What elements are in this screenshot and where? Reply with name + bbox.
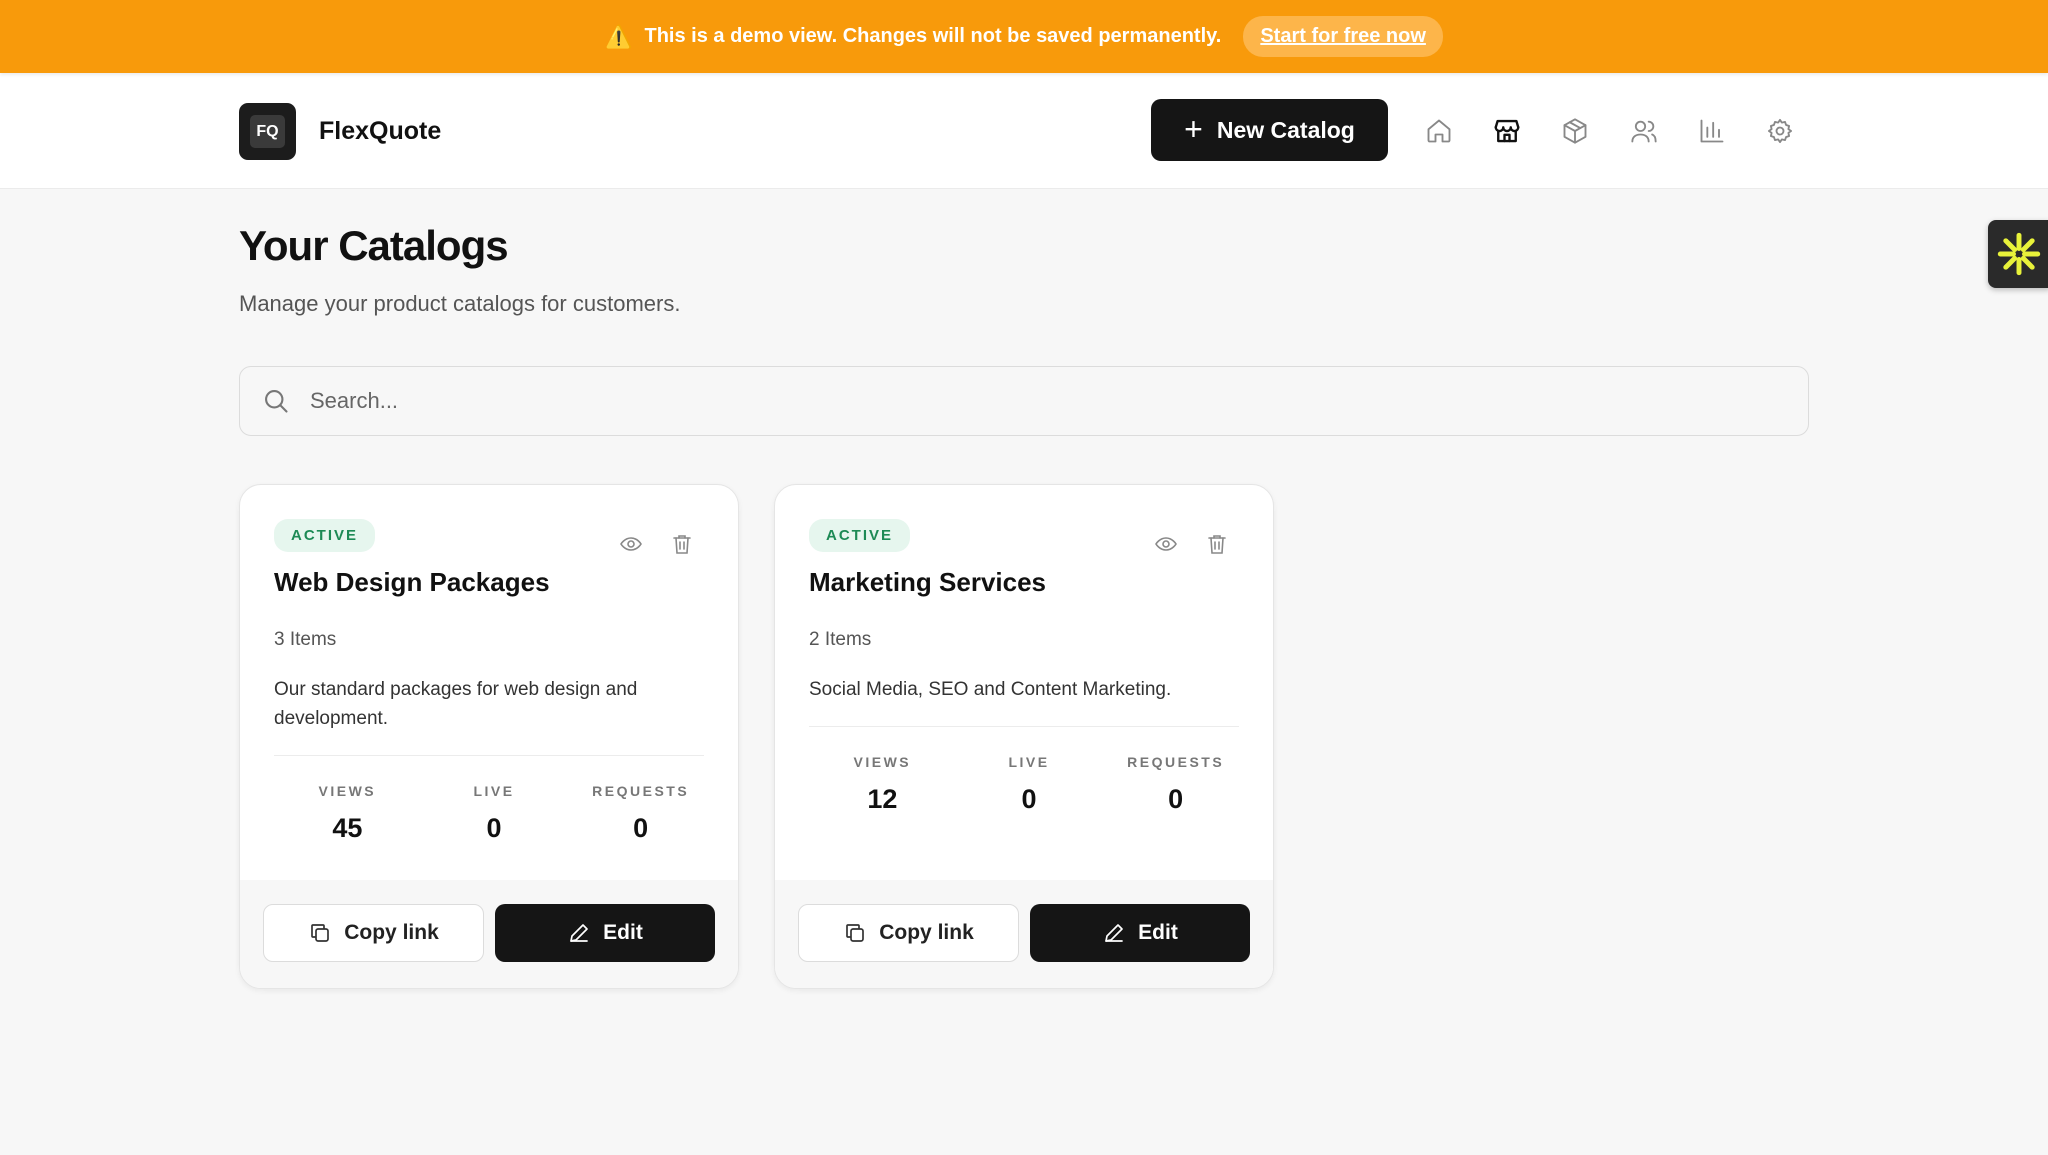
edit-label: Edit xyxy=(603,921,643,944)
copy-link-button[interactable]: Copy link xyxy=(263,904,484,962)
edit-label: Edit xyxy=(1138,921,1178,944)
page-subtitle: Manage your product catalogs for custome… xyxy=(239,291,681,316)
stat-live: LIVE 0 xyxy=(421,783,568,844)
demo-banner: ⚠️ This is a demo view. Changes will not… xyxy=(0,0,2048,73)
logo-text: FQ xyxy=(250,115,285,148)
users-icon[interactable] xyxy=(1626,113,1662,149)
trash-icon[interactable] xyxy=(1202,529,1232,559)
catalog-description: Our standard packages for web design and… xyxy=(274,679,638,729)
catalog-stats: VIEWS 12 LIVE 0 REQUESTS 0 xyxy=(809,754,1249,815)
catalog-description: Social Media, SEO and Content Marketing. xyxy=(809,679,1172,700)
pencil-icon xyxy=(570,924,589,942)
eye-icon[interactable] xyxy=(1151,529,1181,559)
stat-value: 0 xyxy=(633,813,649,843)
card-footer: Copy link Edit xyxy=(240,880,738,988)
divider xyxy=(809,726,1239,727)
banner-message: ⚠️ This is a demo view. Changes will not… xyxy=(605,25,1221,48)
item-count: 3 Items xyxy=(274,629,337,650)
brand-name: FlexQuote xyxy=(319,117,442,145)
eye-icon[interactable] xyxy=(616,529,646,559)
stat-label: VIEWS xyxy=(318,783,377,799)
new-catalog-button[interactable]: + New Catalog xyxy=(1151,99,1388,161)
stat-views: VIEWS 12 xyxy=(809,754,956,815)
top-nav: FQ FlexQuote + New Catalog xyxy=(0,73,2048,189)
stat-value: 0 xyxy=(1168,784,1184,814)
copy-icon xyxy=(846,924,865,942)
new-catalog-label: New Catalog xyxy=(1216,116,1355,143)
status-badge: ACTIVE xyxy=(274,519,376,552)
store-icon[interactable] xyxy=(1489,113,1525,149)
stat-requests: REQUESTS 0 xyxy=(1102,754,1249,815)
sparkle-icon xyxy=(1997,232,2041,276)
stat-value: 45 xyxy=(332,813,363,843)
catalog-stats: VIEWS 45 LIVE 0 REQUESTS 0 xyxy=(274,783,714,844)
plus-icon: + xyxy=(1184,110,1203,147)
home-icon[interactable] xyxy=(1421,113,1457,149)
stat-label: REQUESTS xyxy=(592,783,690,799)
catalog-title: Web Design Packages xyxy=(274,567,550,597)
stat-live: LIVE 0 xyxy=(956,754,1103,815)
stat-value: 12 xyxy=(867,784,898,814)
stat-value: 0 xyxy=(486,813,502,843)
edit-button[interactable]: Edit xyxy=(495,904,715,962)
warning-icon: ⚠️ xyxy=(605,23,633,49)
chart-icon[interactable] xyxy=(1694,113,1730,149)
copy-link-label: Copy link xyxy=(879,921,974,944)
banner-text: This is a demo view. Changes will not be… xyxy=(644,25,1222,47)
status-badge: ACTIVE xyxy=(809,519,911,552)
copy-link-button[interactable]: Copy link xyxy=(798,904,1019,962)
stat-requests: REQUESTS 0 xyxy=(567,783,714,844)
divider xyxy=(274,755,704,756)
stat-value: 0 xyxy=(1021,784,1037,814)
search-icon xyxy=(265,390,288,413)
pencil-icon xyxy=(1105,924,1124,942)
card-footer: Copy link Edit xyxy=(775,880,1273,988)
stat-label: LIVE xyxy=(1008,754,1050,770)
copy-link-label: Copy link xyxy=(344,921,439,944)
catalog-title: Marketing Services xyxy=(809,567,1047,597)
search-bar xyxy=(239,366,1809,436)
settings-icon[interactable] xyxy=(1762,113,1798,149)
stat-label: VIEWS xyxy=(853,754,912,770)
copy-icon xyxy=(311,924,330,942)
stat-label: REQUESTS xyxy=(1127,754,1225,770)
search-input[interactable] xyxy=(310,388,1710,414)
catalog-card: ACTIVE Marketing Services 2 Items Social… xyxy=(774,484,1274,989)
catalog-card: ACTIVE Web Design Packages 3 Items Our s… xyxy=(239,484,739,989)
start-free-link[interactable]: Start for free now xyxy=(1243,16,1443,57)
trash-icon[interactable] xyxy=(667,529,697,559)
edit-button[interactable]: Edit xyxy=(1030,904,1250,962)
stat-label: LIVE xyxy=(473,783,515,799)
item-count: 2 Items xyxy=(809,629,872,650)
package-icon[interactable] xyxy=(1557,113,1593,149)
page-title: Your Catalogs xyxy=(239,222,509,269)
assistant-widget[interactable] xyxy=(1988,220,2048,288)
logo[interactable]: FQ xyxy=(239,103,296,160)
stat-views: VIEWS 45 xyxy=(274,783,421,844)
